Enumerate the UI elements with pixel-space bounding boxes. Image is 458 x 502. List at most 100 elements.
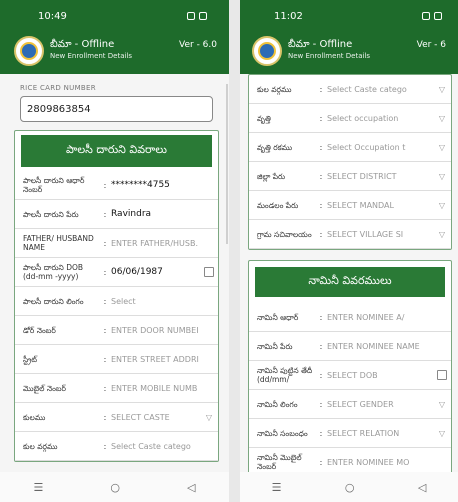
status-time: 10:49 (38, 10, 67, 22)
chevron-down-icon[interactable]: ▽ (437, 172, 447, 181)
form-row: మండలం పేరు: SELECT MANDAL ▽ (249, 191, 451, 220)
field-value[interactable]: ENTER NOMINEE NAME (327, 342, 447, 351)
field-label: పాలసీ దారుని లింగం (23, 296, 84, 306)
app-bar: బీమా - Offline New Enrollment Details Ve… (0, 32, 229, 74)
field-label: గ్రామ సచివాలయం (257, 229, 312, 239)
field-label: నామినీ పేరు (257, 341, 293, 351)
battery-icon (434, 12, 442, 20)
field-label: కుల వర్గము (23, 441, 58, 451)
field-label: వృత్తి (257, 113, 271, 123)
colon-separator: : (319, 399, 323, 409)
nominee-section-title: నామినీ వివరములు (255, 267, 445, 297)
calendar-icon[interactable] (437, 370, 447, 380)
nav-bar: ☰ ○ ◁ (0, 472, 229, 502)
field-value[interactable]: ********4755 (111, 180, 214, 190)
field-value[interactable]: ENTER FATHER/HUSB. (111, 239, 214, 248)
chevron-down-icon[interactable]: ▽ (437, 143, 447, 152)
home-icon[interactable]: ○ (110, 481, 120, 494)
colon-separator: : (103, 180, 107, 190)
field-value[interactable]: SELECT DOB (327, 371, 433, 380)
app-subtitle: New Enrollment Details (50, 52, 133, 60)
form-row: నామినీ పేరు: ENTER NOMINEE NAME (249, 332, 451, 361)
field-value[interactable]: ENTER STREET ADDRI (111, 355, 214, 364)
back-icon[interactable]: ◁ (187, 481, 195, 494)
colon-separator: : (103, 412, 107, 422)
chevron-down-icon[interactable]: ▽ (437, 201, 447, 210)
form-row: కుల వర్గము: Select Caste catego (15, 432, 218, 461)
form-row: కులము: SELECT CASTE ▽ (15, 403, 218, 432)
field-value[interactable]: Select (111, 297, 214, 306)
status-icons (187, 12, 207, 20)
field-value[interactable]: ENTER NOMINEE MO (327, 458, 447, 467)
chevron-down-icon[interactable]: ▽ (437, 114, 447, 123)
colon-separator: : (319, 142, 323, 152)
back-icon[interactable]: ◁ (418, 481, 426, 494)
colon-separator: : (103, 354, 107, 364)
colon-separator: : (319, 113, 323, 123)
field-label: వృత్తి రకము (257, 142, 293, 152)
field-value[interactable]: Select occupation (327, 114, 437, 123)
field-value[interactable]: SELECT CASTE (111, 413, 204, 422)
app-subtitle: New Enrollment Details (288, 52, 371, 60)
app-title: బీమా - Offline (50, 39, 115, 50)
field-value[interactable]: SELECT DISTRICT (327, 172, 437, 181)
field-value[interactable]: SELECT MANDAL (327, 201, 437, 210)
colon-separator: : (103, 209, 107, 219)
colon-separator: : (103, 383, 107, 393)
field-value[interactable]: SELECT VILLAGE SI (327, 230, 437, 239)
battery-icon (199, 12, 207, 20)
left-screen: 10:49 బీమా - Offline New Enrollment Deta… (0, 0, 229, 502)
field-value[interactable]: Select Occupation t (327, 143, 437, 152)
chevron-down-icon[interactable]: ▽ (437, 230, 447, 239)
rice-card-input[interactable]: 2809863854 (20, 96, 213, 122)
status-time: 11:02 (274, 10, 303, 22)
form-row: డోర్ నెంబర్: ENTER DOOR NUMBEI (15, 316, 218, 345)
chevron-down-icon[interactable]: ▽ (437, 400, 447, 409)
app-title: బీమా - Offline (288, 39, 353, 50)
field-label: జిల్లా పేరు (257, 171, 286, 181)
field-label: కులము (23, 412, 46, 422)
home-icon[interactable]: ○ (345, 481, 355, 494)
form-row: కుల వర్గము: Select Caste catego ▽ (249, 75, 451, 104)
form-row: పాలసీ దారుని DOB (dd-mm -yyyy):06/06/198… (15, 258, 218, 287)
scrollbar[interactable] (226, 84, 228, 244)
policy-holder-section: పాలసీ దారుని వివరాలు పాలసీ దారుని ఆధార్ … (14, 130, 219, 462)
form-row: మొబైల్ నెంబర్: ENTER MOBILE NUMB (15, 374, 218, 403)
menu-icon[interactable]: ☰ (272, 481, 282, 494)
signal-icon (422, 12, 430, 20)
colon-separator: : (103, 238, 107, 248)
calendar-icon[interactable] (204, 267, 214, 277)
status-icons (422, 12, 442, 20)
chevron-down-icon[interactable]: ▽ (437, 85, 447, 94)
rice-card-label: RICE CARD NUMBER (20, 84, 96, 92)
field-value[interactable]: ENTER MOBILE NUMB (111, 384, 214, 393)
colon-separator: : (319, 229, 323, 239)
colon-separator: : (319, 84, 323, 94)
app-logo-icon (252, 36, 282, 66)
field-value[interactable]: SELECT GENDER (327, 400, 437, 409)
colon-separator: : (319, 428, 323, 438)
nav-bar: ☰ ○ ◁ (240, 472, 458, 502)
chevron-down-icon[interactable]: ▽ (204, 413, 214, 422)
field-value[interactable]: Ravindra (111, 209, 214, 219)
colon-separator: : (319, 312, 323, 322)
field-value[interactable]: ENTER NOMINEE A/ (327, 313, 447, 322)
field-value[interactable]: Select Caste catego (327, 85, 437, 94)
form-content[interactable]: కుల వర్గము: Select Caste catego ▽ వృత్తి: Se… (240, 74, 458, 472)
colon-separator: : (319, 341, 323, 351)
form-row: నామినీ పుట్టిన తేదీ (dd/mm/: SELECT DOB (249, 361, 451, 390)
menu-icon[interactable]: ☰ (34, 481, 44, 494)
form-row: పాలసీ దారుని ఆధార్ నెంబర్: ********4755 (15, 171, 218, 200)
field-value[interactable]: 06/06/1987 (111, 267, 200, 277)
form-row: పాలసీ దారుని పేరు: Ravindra (15, 200, 218, 229)
form-content[interactable]: RICE CARD NUMBER 2809863854 పాలసీ దారుని… (0, 74, 229, 472)
colon-separator: : (319, 171, 323, 181)
form-row: గ్రామ సచివాలయం: SELECT VILLAGE SI ▽ (249, 220, 451, 249)
chevron-down-icon[interactable]: ▽ (437, 429, 447, 438)
form-row: పాలసీ దారుని లింగం: Select (15, 287, 218, 316)
field-label: పాలసీ దారుని పేరు (23, 209, 79, 219)
version-label: Ver - 6 (416, 40, 446, 50)
field-value[interactable]: ENTER DOOR NUMBEI (111, 326, 214, 335)
field-value[interactable]: SELECT RELATION (327, 429, 437, 438)
field-value[interactable]: Select Caste catego (111, 442, 214, 451)
